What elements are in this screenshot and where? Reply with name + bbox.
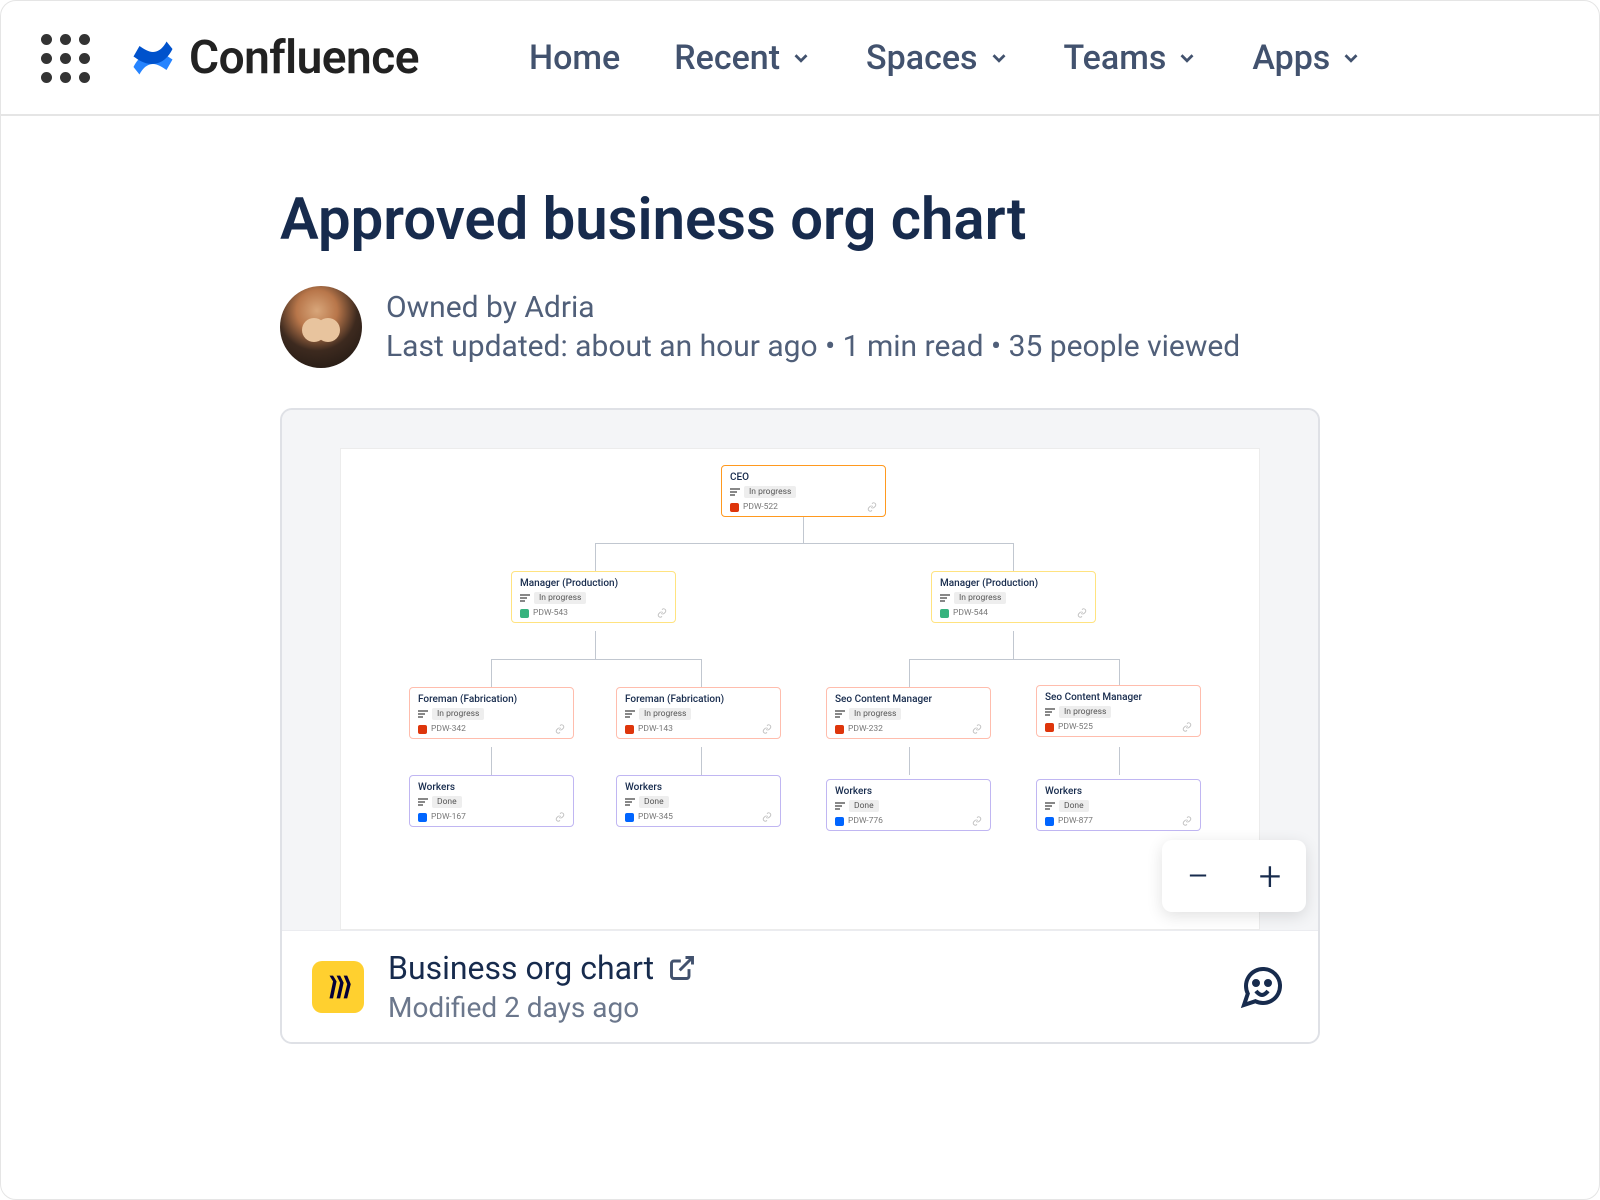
org-node-manager-1[interactable]: Manager (Production) In progress PDW-543	[511, 571, 676, 623]
org-node-foreman-1[interactable]: Foreman (Fabrication) In progress PDW-34…	[409, 687, 574, 739]
description-icon	[1045, 802, 1055, 810]
description-icon	[1045, 708, 1055, 716]
description-icon	[835, 710, 845, 718]
chevron-down-icon	[1340, 47, 1362, 69]
priority-icon	[1045, 817, 1054, 826]
embed-title-row[interactable]: Business org chart	[388, 949, 696, 987]
link-icon	[1077, 608, 1087, 618]
connector	[909, 659, 910, 687]
zoom-in-button[interactable]: +	[1234, 840, 1306, 912]
link-icon	[972, 724, 982, 734]
link-icon	[1182, 816, 1192, 826]
nav-home[interactable]: Home	[529, 38, 620, 78]
org-node-workers-4[interactable]: Workers Done PDW-877	[1036, 779, 1201, 831]
miro-icon	[312, 961, 364, 1013]
page-title: Approved business org chart	[280, 186, 1320, 254]
priority-icon	[625, 725, 634, 734]
org-node-workers-3[interactable]: Workers Done PDW-776	[826, 779, 991, 831]
brand-logo[interactable]: Confluence	[129, 31, 419, 85]
connector	[595, 631, 596, 659]
org-node-foreman-2[interactable]: Foreman (Fabrication) In progress PDW-14…	[616, 687, 781, 739]
link-icon	[867, 502, 877, 512]
description-icon	[418, 710, 428, 718]
connector	[1119, 747, 1120, 775]
connector	[909, 747, 910, 775]
org-node-manager-2[interactable]: Manager (Production) In progress PDW-544	[931, 571, 1096, 623]
nav-spaces[interactable]: Spaces	[866, 38, 1009, 78]
avatar[interactable]	[280, 286, 362, 368]
app-switcher-icon[interactable]	[41, 34, 89, 82]
link-icon	[762, 724, 772, 734]
link-icon	[972, 816, 982, 826]
embed-title: Business org chart	[388, 949, 654, 987]
page-meta: Owned by Adria Last updated: about an ho…	[280, 286, 1320, 368]
description-icon	[625, 798, 635, 806]
embed-frame: CEO In progress PDW-522 Manager (Product…	[280, 408, 1320, 1044]
chevron-down-icon	[988, 47, 1010, 69]
link-icon	[657, 608, 667, 618]
embed-footer: Business org chart Modified 2 days ago	[282, 930, 1318, 1042]
chevron-down-icon	[790, 47, 812, 69]
diagram-canvas: CEO In progress PDW-522 Manager (Product…	[340, 448, 1260, 930]
link-icon	[555, 812, 565, 822]
updated-text: Last updated: about an hour ago • 1 min …	[386, 329, 1240, 364]
description-icon	[520, 594, 530, 602]
link-icon	[555, 724, 565, 734]
priority-icon	[520, 609, 529, 618]
org-node-seo-1[interactable]: Seo Content Manager In progress PDW-232	[826, 687, 991, 739]
description-icon	[940, 594, 950, 602]
priority-icon	[418, 813, 427, 822]
description-icon	[418, 798, 428, 806]
confluence-icon	[129, 34, 177, 82]
connector	[701, 659, 702, 687]
nav-recent[interactable]: Recent	[674, 38, 812, 78]
priority-icon	[730, 503, 739, 512]
connector	[595, 543, 1013, 544]
priority-icon	[835, 725, 844, 734]
nav-links: Home Recent Spaces Teams Apps	[529, 38, 1362, 78]
link-icon	[762, 812, 772, 822]
connector	[595, 543, 596, 571]
org-node-ceo[interactable]: CEO In progress PDW-522	[721, 465, 886, 517]
description-icon	[835, 802, 845, 810]
connector	[803, 515, 804, 543]
link-icon	[1182, 722, 1192, 732]
zoom-controls: − +	[1162, 840, 1306, 912]
connector	[701, 747, 702, 775]
org-node-workers-1[interactable]: Workers Done PDW-167	[409, 775, 574, 827]
priority-icon	[418, 725, 427, 734]
navbar: Confluence Home Recent Spaces Teams Apps	[1, 1, 1599, 116]
nav-teams[interactable]: Teams	[1064, 38, 1199, 78]
zoom-out-button[interactable]: −	[1162, 840, 1234, 912]
chevron-down-icon	[1176, 47, 1198, 69]
priority-icon	[625, 813, 634, 822]
external-link-icon	[668, 954, 696, 982]
connector	[1119, 659, 1120, 687]
brand-text: Confluence	[189, 31, 419, 85]
embed-modified: Modified 2 days ago	[388, 991, 696, 1024]
owner-text: Owned by Adria	[386, 290, 1240, 325]
priority-icon	[1045, 723, 1054, 732]
connector	[491, 659, 701, 660]
description-icon	[730, 488, 740, 496]
page-content: Approved business org chart Owned by Adr…	[1, 116, 1599, 1044]
connector	[491, 747, 492, 775]
connector	[1013, 631, 1014, 659]
connector	[909, 659, 1119, 660]
description-icon	[625, 710, 635, 718]
org-node-seo-2[interactable]: Seo Content Manager In progress PDW-525	[1036, 685, 1201, 737]
nav-apps[interactable]: Apps	[1252, 38, 1362, 78]
connector	[1013, 543, 1014, 571]
priority-icon	[940, 609, 949, 618]
priority-icon	[835, 817, 844, 826]
org-node-workers-2[interactable]: Workers Done PDW-345	[616, 775, 781, 827]
diagram-area[interactable]: CEO In progress PDW-522 Manager (Product…	[282, 410, 1318, 930]
reaction-button[interactable]	[1238, 963, 1286, 1011]
connector	[491, 659, 492, 687]
